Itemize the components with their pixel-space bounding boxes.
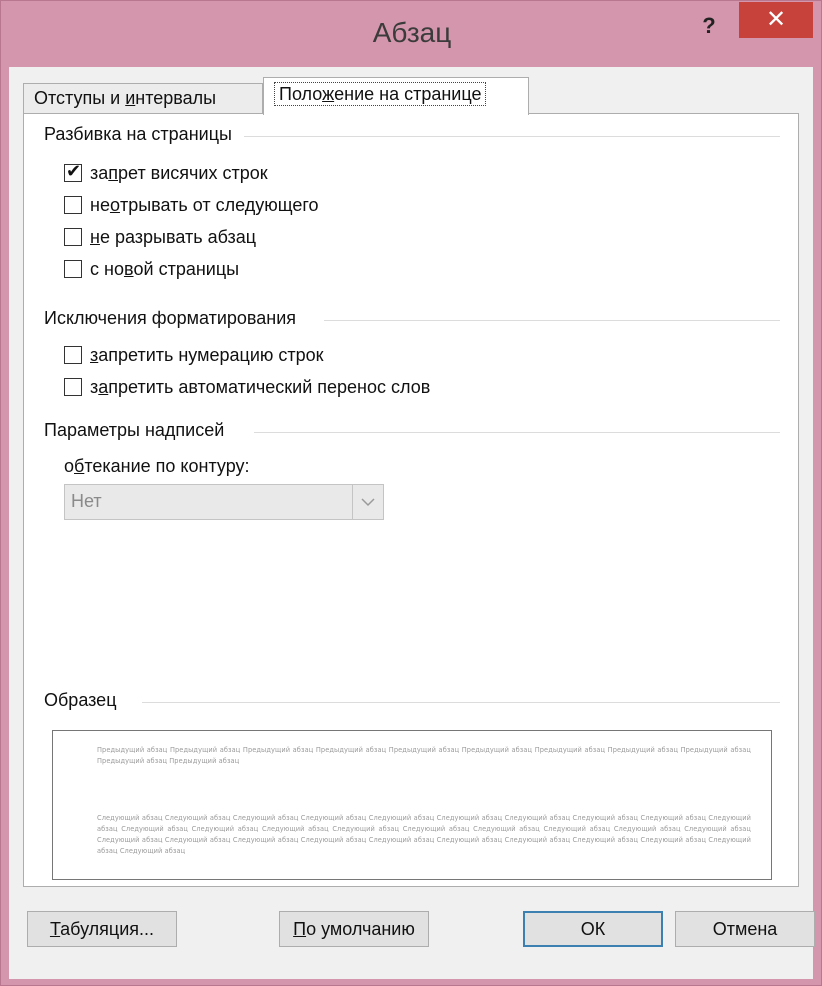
section-divider [244, 136, 780, 137]
help-button[interactable]: ? [689, 9, 729, 43]
preview-next-paragraph: Следующий абзац Следующий абзац Следующи… [97, 814, 751, 855]
tab-panel: Разбивка на страницы ✔ за п рет висячих ст… [23, 113, 799, 887]
tabs-button[interactable]: Табуляция... [27, 911, 177, 947]
tight-wrap-value: Нет [71, 491, 102, 511]
ok-button[interactable]: ОК [523, 911, 663, 947]
exceptions-heading: Исключения форматирования [44, 308, 305, 329]
chevron-down-icon[interactable] [352, 485, 383, 519]
set-as-default-button[interactable]: По умолчанию [279, 911, 429, 947]
preview-previous-paragraph: Предыдущий абзац Предыдущий абзац Предыд… [97, 746, 751, 765]
keep-lines-together-checkbox[interactable] [64, 228, 82, 246]
section-divider [254, 432, 780, 433]
tab-indents-and-spacing[interactable]: Отступы и интервалы [23, 83, 263, 113]
widow-control-option[interactable]: ✔ за п рет висячих строк [64, 160, 268, 186]
dont-hyphenate-checkbox[interactable] [64, 378, 82, 396]
tight-wrap-label: обтекание по контуру: [64, 456, 250, 476]
suppress-line-numbers-checkbox[interactable] [64, 346, 82, 364]
checkmark-icon: ✔ [66, 161, 82, 181]
dont-hyphenate-option[interactable]: з а претить автоматический перенос слов [64, 374, 430, 400]
dialog-body: Отступы и интервалы Положение на страниц… [9, 67, 815, 979]
widow-control-checkbox[interactable]: ✔ [64, 161, 82, 182]
textbox-heading: Параметры надписей [44, 420, 233, 441]
tab-line-and-page-breaks[interactable]: Положение на странице [263, 77, 529, 115]
keep-with-next-checkbox[interactable] [64, 196, 82, 214]
keep-lines-together-option[interactable]: не разрывать абзац [64, 224, 256, 250]
cancel-button[interactable]: Отмена [675, 911, 815, 947]
page-break-before-checkbox[interactable] [64, 260, 82, 278]
preview-heading: Образец [44, 690, 125, 711]
page-break-before-option[interactable]: с но в ой страницы [64, 256, 239, 282]
close-button[interactable]: ✕ [739, 2, 813, 38]
keep-with-next-option[interactable]: не о трывать от следующего [64, 192, 319, 218]
pagination-heading: Разбивка на страницы [44, 124, 240, 145]
title-bar[interactable]: Абзац ? ✕ [1, 1, 822, 69]
suppress-line-numbers-option[interactable]: з апретить нумерацию строк [64, 342, 324, 368]
tight-wrap-select[interactable]: Нет [64, 484, 384, 520]
section-divider [142, 702, 780, 703]
preview-box: Предыдущий абзац Предыдущий абзац Предыд… [52, 730, 772, 880]
dialog-window: Абзац ? ✕ Отступы и интервалы Положение … [0, 0, 822, 986]
section-divider [324, 320, 780, 321]
